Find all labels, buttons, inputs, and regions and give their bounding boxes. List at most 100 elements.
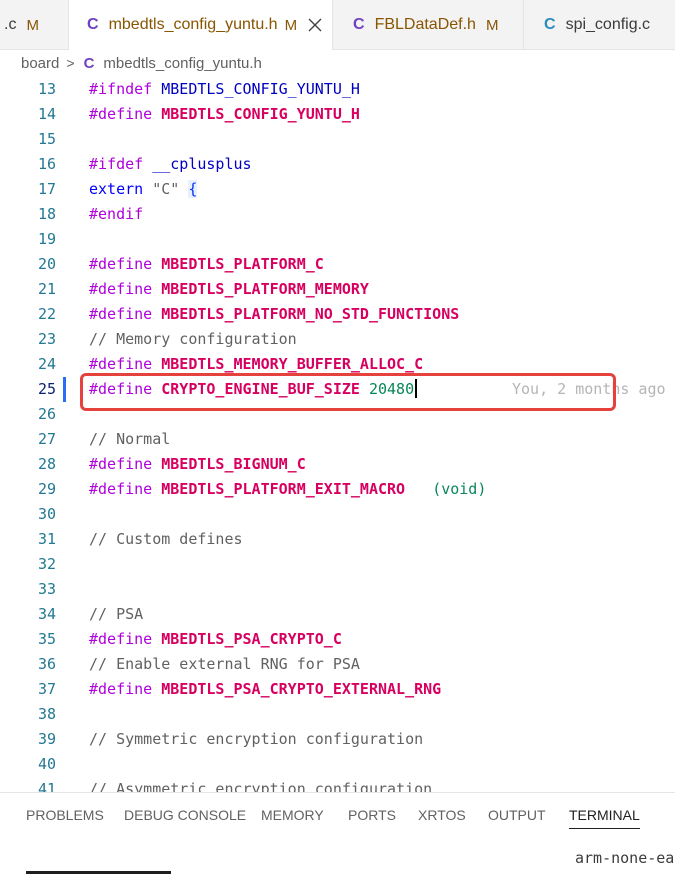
close-icon[interactable] <box>305 15 325 35</box>
c-file-icon: C <box>83 54 95 72</box>
code-token: MBEDTLS_PLATFORM_EXIT_MACRO <box>161 480 406 498</box>
code-line[interactable]: 15 <box>0 127 675 152</box>
code-token: MBEDTLS_BIGNUM_C <box>161 455 306 473</box>
panel-tab-debug-console[interactable]: DEBUG CONSOLE <box>124 793 246 837</box>
line-number: 36 <box>37 655 56 673</box>
code-line[interactable]: 31 // Custom defines <box>0 527 675 552</box>
code-line[interactable]: 28 #define MBEDTLS_BIGNUM_C <box>0 452 675 477</box>
line-code: // PSA <box>89 602 143 627</box>
code-line[interactable]: 14 #define MBEDTLS_CONFIG_YUNTU_H <box>0 102 675 127</box>
code-line[interactable]: 17 extern "C" { <box>0 177 675 202</box>
code-line[interactable]: 21 #define MBEDTLS_PLATFORM_MEMORY <box>0 277 675 302</box>
tab-fbldatadef[interactable]: C FBLDataDef.h M <box>333 0 523 50</box>
tab-prev-file[interactable]: .c M <box>0 0 68 50</box>
code-line[interactable]: 29 #define MBEDTLS_PLATFORM_EXIT_MACRO (v… <box>0 477 675 502</box>
line-code: #define CRYPTO_ENGINE_BUF_SIZE 20480 <box>89 377 418 402</box>
code-line[interactable]: 16 #ifdef __cplusplus <box>0 152 675 177</box>
breadcrumb-file[interactable]: mbedtls_config_yuntu.h <box>103 55 261 72</box>
panel-tab-output[interactable]: OUTPUT <box>488 793 546 837</box>
panel-tab-problems[interactable]: PROBLEMS <box>26 793 104 837</box>
code-token: 20480 <box>368 380 415 398</box>
line-number: 31 <box>37 530 56 548</box>
code-token: #define <box>89 630 153 648</box>
tab-bar: .c M C mbedtls_config_yuntu.h M C FBLDat… <box>0 0 675 51</box>
line-number: 16 <box>37 155 56 173</box>
code-token: MBEDTLS_CONFIG_YUNTU_H <box>161 105 360 123</box>
line-number: 19 <box>37 230 56 248</box>
line-number: 28 <box>37 455 56 473</box>
code-token: MBEDTLS_PSA_CRYPTO_EXTERNAL_RNG <box>161 680 442 698</box>
line-number: 20 <box>37 255 56 273</box>
code-token: #define <box>89 455 153 473</box>
line-number: 38 <box>37 705 56 723</box>
code-line[interactable]: 18 #endif <box>0 202 675 227</box>
code-line[interactable]: 41 // Asymmetric encryption configuration <box>0 777 675 792</box>
code-token: // Normal <box>89 430 171 448</box>
modified-indicator: M <box>284 16 298 34</box>
code-editor[interactable]: 13 #ifndef MBEDTLS_CONFIG_YUNTU_H 14 #defin… <box>0 76 675 792</box>
breadcrumb-folder[interactable]: board <box>21 55 59 72</box>
line-number: 34 <box>37 605 56 623</box>
tab-label: FBLDataDef.h <box>374 16 476 33</box>
panel-tab-memory[interactable]: MEMORY <box>261 793 324 837</box>
code-token: #endif <box>89 205 144 223</box>
code-token: MBEDTLS_PLATFORM_C <box>161 255 324 273</box>
c-file-icon: C <box>544 16 556 33</box>
code-line[interactable]: 40 <box>0 752 675 777</box>
line-code: // Asymmetric encryption configuration <box>89 777 432 792</box>
code-token: #define <box>89 255 153 273</box>
code-token: "C" <box>152 180 180 198</box>
code-line[interactable]: 19 <box>0 227 675 252</box>
code-line[interactable]: 36 // Enable external RNG for PSA <box>0 652 675 677</box>
code-line[interactable]: 26 <box>0 402 675 427</box>
code-line[interactable]: 25 #define CRYPTO_ENGINE_BUF_SIZE 20480 Yo… <box>0 377 675 402</box>
line-code: extern "C" { <box>89 177 198 202</box>
code-line[interactable]: 13 #ifndef MBEDTLS_CONFIG_YUNTU_H <box>0 77 675 102</box>
line-number: 13 <box>37 80 56 98</box>
text-cursor <box>415 379 418 398</box>
code-token: MBEDTLS_PSA_CRYPTO_C <box>161 630 342 648</box>
code-token: MBEDTLS_MEMORY_BUFFER_ALLOC_C <box>161 355 424 373</box>
code-line[interactable]: 37 #define MBEDTLS_PSA_CRYPTO_EXTERNAL_RN… <box>0 677 675 702</box>
line-number: 24 <box>37 355 56 373</box>
line-code: // Custom defines <box>89 527 243 552</box>
code-token: #define <box>89 355 153 373</box>
code-token: { <box>188 180 198 198</box>
tab-mbedtls-config-yuntu[interactable]: C mbedtls_config_yuntu.h M <box>69 0 332 51</box>
line-code: #define MBEDTLS_MEMORY_BUFFER_ALLOC_C <box>89 352 423 377</box>
code-line[interactable]: 23 // Memory configuration <box>0 327 675 352</box>
line-number: 40 <box>37 755 56 773</box>
code-token: #define <box>89 105 153 123</box>
line-number: 22 <box>37 305 56 323</box>
code-token: // Memory configuration <box>89 330 297 348</box>
code-token: // Asymmetric encryption configuration <box>89 780 433 792</box>
code-line[interactable]: 33 <box>0 577 675 602</box>
editor-window: .c M C mbedtls_config_yuntu.h M C FBLDat… <box>0 0 675 874</box>
code-line[interactable]: 20 #define MBEDTLS_PLATFORM_C <box>0 252 675 277</box>
code-token: #define <box>89 480 153 498</box>
code-line[interactable]: 34 // PSA <box>0 602 675 627</box>
c-file-icon: C <box>87 16 99 33</box>
panel-tab-ports[interactable]: PORTS <box>348 793 396 837</box>
code-token: #define <box>89 380 153 398</box>
line-number: 41 <box>37 780 56 792</box>
code-line[interactable]: 35 #define MBEDTLS_PSA_CRYPTO_C <box>0 627 675 652</box>
chevron-right-icon: > <box>66 55 75 71</box>
tab-spi-config[interactable]: C spi_config.c <box>524 0 675 50</box>
code-line[interactable]: 27 // Normal <box>0 427 675 452</box>
code-token: __cplusplus <box>152 155 252 173</box>
modified-gutter-marker <box>63 377 66 402</box>
code-line[interactable]: 30 <box>0 502 675 527</box>
line-number: 30 <box>37 505 56 523</box>
code-line[interactable]: 38 <box>0 702 675 727</box>
code-line[interactable]: 24 #define MBEDTLS_MEMORY_BUFFER_ALLOC_C <box>0 352 675 377</box>
panel-tab-terminal[interactable]: TERMINAL <box>569 793 640 837</box>
code-line[interactable]: 39 // Symmetric encryption configuration <box>0 727 675 752</box>
panel-tab-xrtos[interactable]: XRTOS <box>418 793 466 837</box>
code-line[interactable]: 32 <box>0 552 675 577</box>
code-line[interactable]: 22 #define MBEDTLS_PLATFORM_NO_STD_FUNCTI… <box>0 302 675 327</box>
